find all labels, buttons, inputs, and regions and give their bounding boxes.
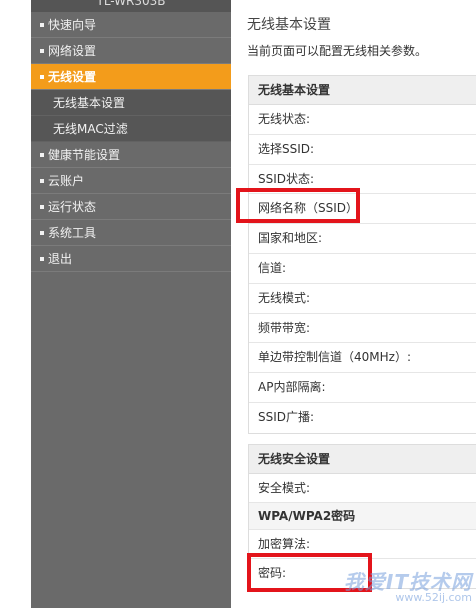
nav-item-logout[interactable]: 退出 [31, 246, 231, 272]
row-ap-isolation: AP内部隔离: [249, 373, 476, 403]
nav-item-system-tools[interactable]: 系统工具 [31, 220, 231, 246]
row-password: 密码: [258, 566, 287, 580]
router-model: TL-WR303B [31, 0, 231, 12]
row-country: 国家和地区: [249, 224, 476, 254]
nav-item-status[interactable]: 运行状态 [31, 194, 231, 220]
row-security-mode: 安全模式: [249, 474, 476, 503]
nav-item-power-saving[interactable]: 健康节能设置 [31, 142, 231, 168]
wireless-basic-panel: 无线基本设置 无线状态: 选择SSID: SSID状态: 网络名称（SSID） … [248, 75, 476, 434]
nav-label: 健康节能设置 [48, 148, 121, 162]
row-network-name: 网络名称（SSID） [249, 194, 476, 225]
left-gutter [0, 0, 31, 608]
nav-label: 无线设置 [48, 70, 97, 84]
page-title: 无线基本设置 [247, 17, 331, 33]
bullet-icon [40, 48, 44, 53]
nav-label: 快速向导 [48, 18, 97, 32]
bullet-icon [40, 74, 44, 79]
bullet-icon [40, 204, 44, 209]
row-wireless-status: 无线状态: [249, 105, 476, 135]
nav-item-network[interactable]: 网络设置 [31, 38, 231, 64]
row-sideband: 单边带控制信道（40MHz）: [249, 343, 476, 374]
bullet-icon [40, 230, 44, 235]
nav-item-quick-setup[interactable]: 快速向导 [31, 12, 231, 38]
nav-item-cloud-account[interactable]: 云账户 [31, 168, 231, 194]
nav-item-wireless[interactable]: 无线设置 [31, 64, 231, 90]
nav-label: 运行状态 [48, 200, 97, 214]
sidebar-nav: TL-WR303B 快速向导 网络设置 无线设置 无线基本设置 无线MAC过滤 … [31, 0, 231, 608]
row-encryption: 加密算法: [249, 530, 476, 559]
nav-label: 云账户 [48, 174, 85, 188]
row-ssid-broadcast: SSID广播: [258, 409, 315, 424]
bullet-icon [40, 178, 44, 183]
main-content: 无线基本设置 当前页面可以配置无线相关参数。 无线基本设置 无线状态: 选择SS… [231, 0, 476, 608]
bullet-icon [40, 256, 44, 261]
row-channel: 信道: [249, 254, 476, 284]
row-wireless-mode: 无线模式: [249, 284, 476, 314]
row-select-ssid: 选择SSID: [249, 135, 476, 165]
nav-label: 无线基本设置 [53, 96, 126, 110]
nav-label: 退出 [48, 252, 73, 266]
panel-subheader: WPA/WPA2密码 [249, 503, 476, 530]
bullet-icon [40, 152, 44, 157]
panel-header: 无线基本设置 [249, 76, 476, 105]
wireless-security-panel: 无线安全设置 安全模式: WPA/WPA2密码 加密算法: 密码: [248, 444, 476, 589]
row-ssid-status: SSID状态: [249, 165, 476, 195]
nav-subitem-wireless-mac-filter[interactable]: 无线MAC过滤 [31, 116, 231, 142]
nav-label: 网络设置 [48, 44, 97, 58]
row-bandwidth: 频带带宽: [249, 314, 476, 344]
nav-subitem-wireless-basic[interactable]: 无线基本设置 [31, 90, 231, 116]
bullet-icon [40, 22, 44, 27]
nav-label: 无线MAC过滤 [53, 122, 128, 136]
panel-header: 无线安全设置 [249, 445, 476, 474]
nav-label: 系统工具 [48, 226, 97, 240]
page-description: 当前页面可以配置无线相关参数。 [247, 44, 428, 58]
